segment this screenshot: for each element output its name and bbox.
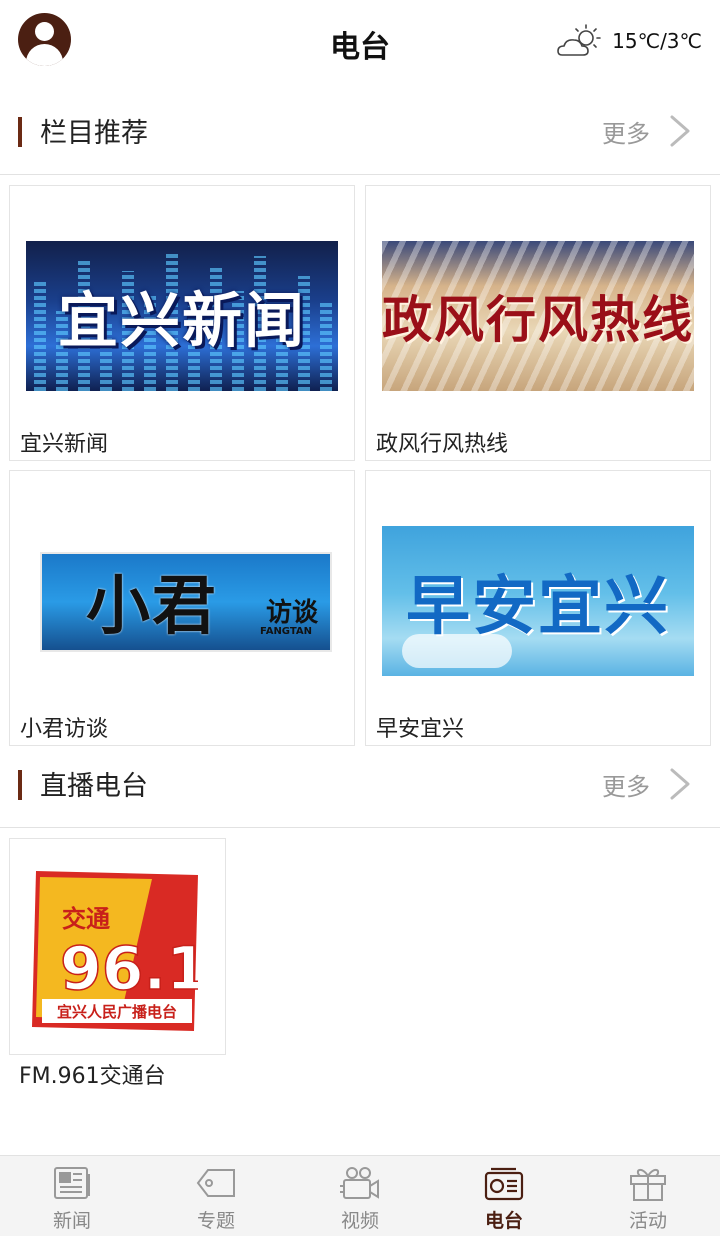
newspaper-icon <box>54 1167 90 1199</box>
tab-label: 活动 <box>628 1210 667 1232</box>
gift-icon <box>630 1169 666 1201</box>
banner-text: 宜兴新闻 <box>58 286 306 357</box>
chevron-right-icon <box>670 115 690 147</box>
section-accent-bar <box>18 117 22 147</box>
program-card[interactable]: 宜兴新闻 宜兴新闻 <box>9 185 355 461</box>
more-link[interactable]: 更多 <box>602 113 692 149</box>
tag-icon <box>196 1169 235 1197</box>
section-accent-bar <box>18 770 22 800</box>
program-banner: 宜兴新闻 <box>26 241 338 391</box>
bottom-tab-bar: 新闻 专题 视频 电台 活动 <box>0 1155 720 1236</box>
app-header: 电台 15℃/3℃ <box>0 0 720 82</box>
section-title: 栏目推荐 <box>40 118 148 149</box>
partly-cloudy-icon <box>557 24 601 56</box>
program-card[interactable]: 早安宜兴 早安宜兴 <box>365 470 711 746</box>
station-card[interactable]: 交通 96.1 宜兴人民广播电台 <box>9 838 226 1055</box>
chevron-right-icon <box>670 768 690 800</box>
more-label: 更多 <box>602 119 650 148</box>
station-logo: 交通 96.1 宜兴人民广播电台 <box>32 871 198 1031</box>
banner-subtext: 访谈 <box>265 598 318 628</box>
station-caption: FM.961交通台 <box>19 1064 166 1089</box>
logo-number: 96.1 <box>60 934 198 1004</box>
program-card[interactable]: 小君 访谈 FANGTAN 小君访谈 <box>9 470 355 746</box>
logo-top-text: 交通 <box>62 905 110 933</box>
tab-label: 电台 <box>484 1210 523 1232</box>
logo-bottom-text: 宜兴人民广播电台 <box>57 1003 177 1021</box>
video-camera-icon <box>340 1167 379 1199</box>
program-banner: 政风行风热线 <box>382 241 694 391</box>
more-link[interactable]: 更多 <box>602 766 692 802</box>
program-caption: 政风行风热线 <box>376 432 509 457</box>
radio-icon <box>484 1167 524 1201</box>
program-caption: 宜兴新闻 <box>20 432 109 457</box>
banner-subtext-latin: FANGTAN <box>260 626 312 637</box>
section-header-live: 直播电台 更多 <box>0 736 720 828</box>
program-card[interactable]: 政风行风热线 政风行风热线 <box>365 185 711 461</box>
banner-text: 政风行风热线 <box>382 290 694 349</box>
tab-video[interactable]: 视频 <box>288 1156 432 1236</box>
section-title: 直播电台 <box>40 771 148 802</box>
tab-topics[interactable]: 专题 <box>144 1156 288 1236</box>
tab-label: 新闻 <box>52 1210 91 1232</box>
weather-widget[interactable]: 15℃/3℃ <box>556 22 702 60</box>
program-banner: 早安宜兴 <box>382 526 694 676</box>
more-label: 更多 <box>602 772 650 801</box>
banner-text: 早安宜兴 <box>406 570 670 644</box>
tab-news[interactable]: 新闻 <box>0 1156 144 1236</box>
temperature-text: 15℃/3℃ <box>612 29 702 53</box>
section-header-columns: 栏目推荐 更多 <box>0 83 720 175</box>
tab-radio[interactable]: 电台 <box>432 1156 576 1236</box>
tab-label: 专题 <box>196 1210 235 1232</box>
program-banner: 小君 访谈 FANGTAN <box>26 526 338 676</box>
tab-events[interactable]: 活动 <box>576 1156 720 1236</box>
tab-label: 视频 <box>340 1210 379 1232</box>
